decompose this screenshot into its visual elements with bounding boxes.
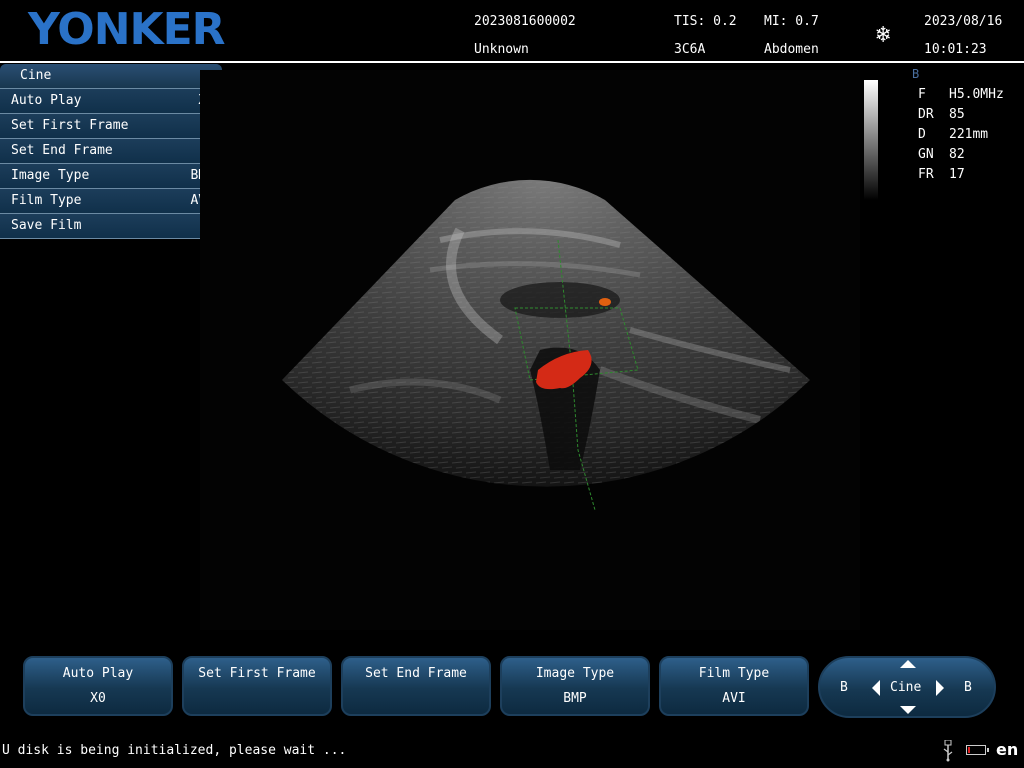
param-key: FR [918, 167, 934, 182]
button-value: BMP [563, 691, 587, 706]
status-message: U disk is being initialized, please wait… [2, 743, 347, 758]
grayscale-bar [864, 80, 878, 200]
param-depth: D 221mm [918, 125, 1004, 145]
menu-item-film-type[interactable]: Film Type AVI [0, 189, 222, 214]
yonker-logo: YONKER [28, 4, 226, 55]
cine-nav-pad[interactable]: B Cine B [818, 656, 996, 718]
param-value: H5.0MHz [949, 87, 1004, 102]
button-label: Image Type [535, 666, 615, 681]
cine-menu: Cine Auto Play X0 Set First Frame Set En… [0, 64, 222, 239]
param-value: 82 [949, 147, 965, 162]
menu-item-label: Save Film [11, 218, 82, 233]
arrow-left-icon[interactable] [872, 680, 880, 696]
menu-item-label: Set First Frame [11, 118, 129, 133]
nav-center-label: Cine [890, 680, 922, 695]
film-type-button[interactable]: Film Type AVI [659, 656, 809, 716]
patient-id: 2023081600002 [474, 14, 576, 29]
menu-item-image-type[interactable]: Image Type BMP [0, 164, 222, 189]
param-value: 221mm [949, 127, 989, 142]
menu-item-label: Film Type [11, 193, 82, 208]
menu-item-label: Set End Frame [11, 143, 113, 158]
mode-indicator: B [912, 67, 920, 81]
usb-icon [943, 740, 953, 762]
menu-item-label: Image Type [11, 168, 90, 183]
menu-item-save-film[interactable]: Save Film [0, 214, 222, 239]
mi-value: MI: 0.7 [764, 14, 819, 29]
exam-time: 10:01:23 [924, 42, 987, 57]
button-value: AVI [722, 691, 746, 706]
menu-item-set-end-frame[interactable]: Set End Frame [0, 139, 222, 164]
param-frame-rate: FR 17 [918, 165, 1004, 185]
cine-menu-title: Cine [0, 64, 222, 89]
button-label: Auto Play [62, 666, 134, 681]
param-dynamic-range: DR 85 [918, 105, 1004, 125]
param-gain: GN 82 [918, 145, 1004, 165]
tis-value: TIS: 0.2 [674, 14, 737, 29]
param-key: GN [918, 147, 934, 162]
button-label: Film Type [698, 666, 770, 681]
set-first-frame-button[interactable]: Set First Frame [182, 656, 332, 716]
nav-right-label: B [964, 680, 972, 695]
menu-item-label: Auto Play [11, 93, 82, 108]
button-value: X0 [90, 691, 106, 706]
battery-icon [966, 745, 989, 755]
image-type-button[interactable]: Image Type BMP [500, 656, 650, 716]
button-label: Set First Frame [198, 666, 316, 681]
menu-item-auto-play[interactable]: Auto Play X0 [0, 89, 222, 114]
ultrasound-image [200, 70, 860, 630]
arrow-down-icon[interactable] [900, 706, 916, 714]
set-end-frame-button[interactable]: Set End Frame [341, 656, 491, 716]
imaging-parameters: B F H5.0MHz DR 85 D 221mm GN 82 FR 17 [912, 67, 1004, 185]
auto-play-button[interactable]: Auto Play X0 [23, 656, 173, 716]
nav-left-label: B [840, 680, 848, 695]
param-frequency: F H5.0MHz [918, 85, 1004, 105]
param-key: DR [918, 107, 934, 122]
patient-name: Unknown [474, 42, 529, 57]
header-divider [0, 61, 1024, 63]
button-label: Set End Frame [365, 666, 467, 681]
param-value: 17 [949, 167, 965, 182]
exam-type: Abdomen [764, 42, 819, 57]
param-value: 85 [949, 107, 965, 122]
freeze-snowflake-icon: ❄ [876, 20, 891, 48]
arrow-right-icon[interactable] [936, 680, 944, 696]
exam-date: 2023/08/16 [924, 14, 1003, 29]
menu-item-set-first-frame[interactable]: Set First Frame [0, 114, 222, 139]
arrow-up-icon[interactable] [900, 660, 916, 668]
param-key: D [918, 127, 926, 142]
probe-model: 3C6A [674, 42, 706, 57]
language-indicator: en [996, 740, 1019, 759]
param-key: F [918, 87, 926, 102]
